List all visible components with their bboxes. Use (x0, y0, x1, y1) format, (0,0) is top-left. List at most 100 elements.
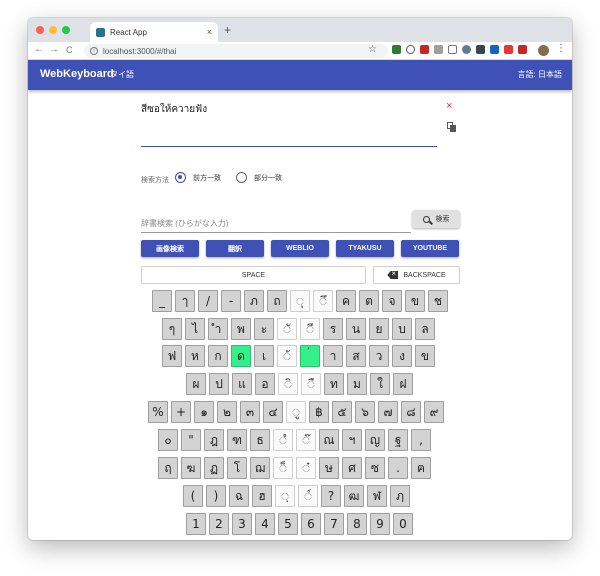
dictionary-search-input[interactable]: 辞書検索 (ひらがな入力) (141, 218, 229, 229)
key[interactable]: 6 (301, 513, 321, 535)
key[interactable]: ๔ (263, 401, 283, 423)
key[interactable]: ◌็ (273, 457, 293, 479)
key[interactable]: ผ (186, 373, 206, 395)
key[interactable]: ◌ุ (290, 290, 310, 312)
key[interactable]: 3 (232, 513, 252, 535)
key[interactable]: ◌ํ (273, 429, 293, 451)
key[interactable]: / (198, 290, 218, 312)
browser-tab[interactable]: React App × (90, 22, 218, 42)
radio-checked-icon[interactable] (175, 172, 186, 183)
key[interactable]: ด (231, 345, 251, 367)
minimize-window-button[interactable] (49, 26, 57, 34)
back-arrow-icon[interactable]: ← (34, 44, 44, 55)
key[interactable]: _ (152, 290, 172, 312)
key[interactable]: ่ (300, 345, 320, 367)
radio-unchecked-icon[interactable] (236, 172, 247, 183)
key[interactable]: อ (255, 373, 275, 395)
clear-text-icon[interactable]: × (446, 100, 452, 112)
key[interactable]: ( (183, 485, 203, 507)
close-window-button[interactable] (36, 26, 44, 34)
key[interactable]: ล (415, 318, 435, 340)
key[interactable]: 4 (255, 513, 275, 535)
ui-language-selector[interactable]: 言語: 日本語 (518, 69, 562, 80)
key[interactable]: ใ (370, 373, 390, 395)
extension-icon[interactable] (504, 45, 513, 54)
key[interactable]: ◌ั (277, 318, 297, 340)
tyakusu-button[interactable]: TYAKUSU (336, 240, 394, 257)
weblio-button[interactable]: WEBLIO (271, 240, 329, 257)
key[interactable]: 2 (209, 513, 229, 535)
key[interactable]: ◌้ (277, 345, 297, 367)
extension-icon[interactable] (406, 45, 415, 54)
key[interactable]: ) (206, 485, 226, 507)
key[interactable]: ฬ (367, 485, 387, 507)
key[interactable]: ◌ู (286, 401, 306, 423)
key[interactable]: ศ (342, 457, 362, 479)
radio-prefix-match[interactable]: 前方一致 (175, 172, 221, 183)
key[interactable]: ฑ (227, 429, 247, 451)
key[interactable]: ะ (254, 318, 274, 340)
key[interactable]: ว (369, 345, 389, 367)
key[interactable]: ๐ (158, 429, 178, 451)
extension-icon[interactable] (392, 45, 401, 54)
copy-icon[interactable] (447, 122, 456, 132)
address-bar[interactable]: i localhost:3000/#/thai (84, 44, 388, 58)
reload-icon[interactable]: C (66, 45, 73, 55)
key[interactable]: ฉ (229, 485, 249, 507)
key[interactable]: 0 (393, 513, 413, 535)
key[interactable]: แ (232, 373, 252, 395)
key[interactable]: % (148, 401, 168, 423)
key[interactable]: โ (227, 457, 247, 479)
new-tab-button[interactable]: + (224, 23, 231, 37)
key[interactable]: ฿ (309, 401, 329, 423)
key[interactable]: + (171, 401, 191, 423)
key[interactable]: ◌์ (298, 485, 318, 507)
key[interactable]: ค (336, 290, 356, 312)
key[interactable]: ฤ (158, 457, 178, 479)
image-search-button[interactable]: 画像検索 (141, 240, 199, 257)
key[interactable]: ถ (267, 290, 287, 312)
maximize-window-button[interactable] (62, 26, 70, 34)
key[interactable]: ๘ (401, 401, 421, 423)
youtube-button[interactable]: YOUTUBE (401, 240, 459, 257)
key[interactable]: ณ (319, 429, 339, 451)
key[interactable]: , (411, 429, 431, 451)
backspace-button[interactable]: BACKSPACE (373, 266, 460, 284)
key[interactable]: 7 (324, 513, 344, 535)
key[interactable]: - (221, 290, 241, 312)
key[interactable]: ญ (365, 429, 385, 451)
key[interactable]: ◌๊ (296, 429, 316, 451)
key[interactable]: ต (359, 290, 379, 312)
key[interactable]: ซ (365, 457, 385, 479)
key[interactable]: เ (254, 345, 274, 367)
key[interactable]: ฅ (411, 457, 431, 479)
key[interactable]: ห (185, 345, 205, 367)
browser-menu-icon[interactable]: ⋮ (556, 43, 566, 54)
key[interactable]: ฆ (181, 457, 201, 479)
key[interactable]: บ (392, 318, 412, 340)
key[interactable]: ฌ (250, 457, 270, 479)
key[interactable]: ไ (185, 318, 205, 340)
key[interactable]: ? (321, 485, 341, 507)
key[interactable]: ◌ิ (278, 373, 298, 395)
translate-button[interactable]: 翻訳 (206, 240, 264, 257)
key[interactable]: ย (369, 318, 389, 340)
key[interactable]: ◌ฺ (275, 485, 295, 507)
key[interactable]: ๓ (240, 401, 260, 423)
key[interactable]: ธ (250, 429, 270, 451)
search-button[interactable]: 検索 (412, 210, 460, 228)
key[interactable]: ๙ (424, 401, 444, 423)
key[interactable]: ข (405, 290, 425, 312)
profile-avatar[interactable] (538, 45, 549, 56)
key[interactable]: ท (324, 373, 344, 395)
tab-close-icon[interactable]: × (207, 27, 212, 37)
key[interactable]: . (388, 457, 408, 479)
language-link[interactable]: タイ語 (110, 69, 134, 80)
key[interactable]: ฮ (252, 485, 272, 507)
key[interactable]: ก (208, 345, 228, 367)
key[interactable]: ภ (244, 290, 264, 312)
key[interactable]: ๑ (194, 401, 214, 423)
key[interactable]: ำ (208, 318, 228, 340)
space-button[interactable]: SPACE (141, 266, 366, 284)
key[interactable]: น (346, 318, 366, 340)
